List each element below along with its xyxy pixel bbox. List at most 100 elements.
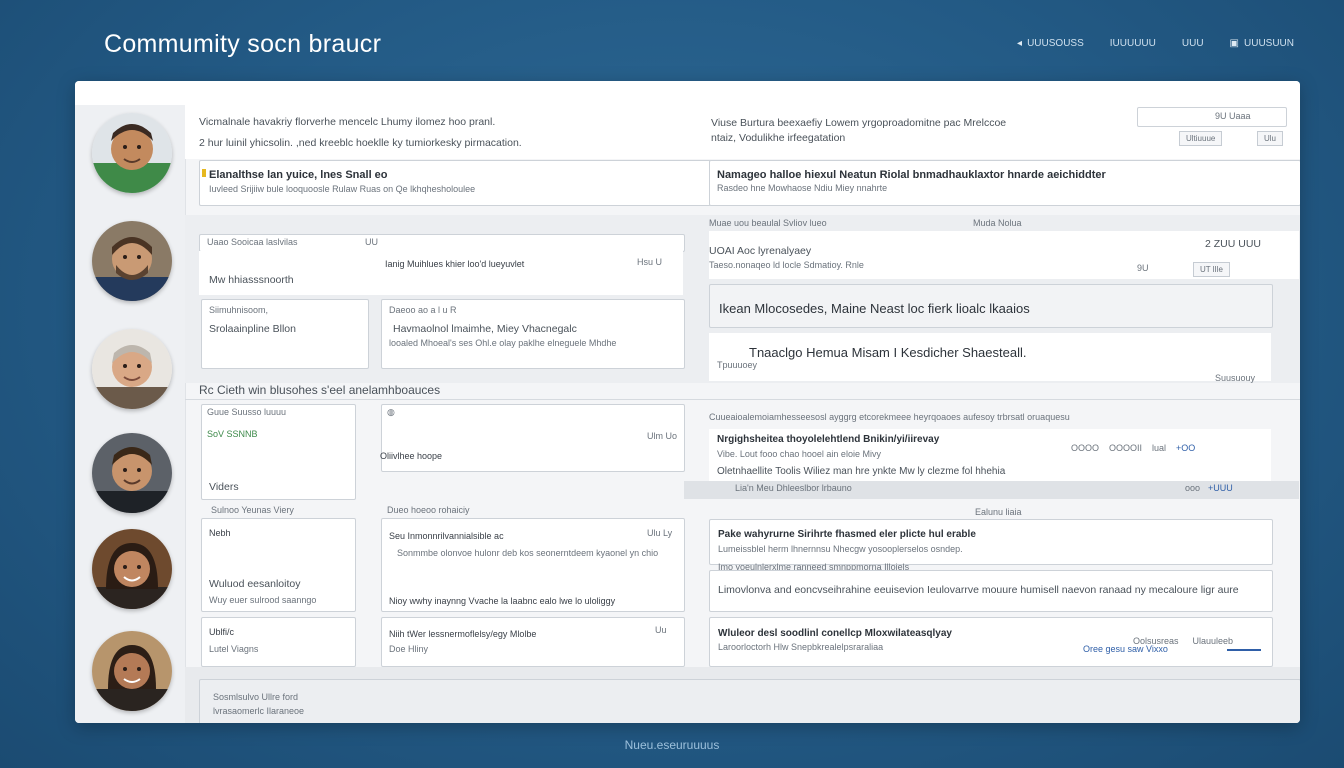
nav-item-3[interactable]: UUU <box>1182 38 1204 49</box>
forum-search-count: UU <box>365 237 378 247</box>
stat: OOOO <box>1071 443 1100 453</box>
nav-label: UUUSOUSS <box>1027 38 1084 49</box>
forum-label-b: Ianig Muihlues khier loo'd lueyuvlet <box>385 259 525 269</box>
nav-item-2[interactable]: IUUUUUU <box>1110 38 1156 49</box>
stat: +UUU <box>1208 483 1233 493</box>
main-window: Vicmalnale havakriy florverhe mencelc Lh… <box>75 81 1300 723</box>
callout-text-2-sub: Tpuuuoey <box>717 360 758 370</box>
feed-post-1-foot: Lia'n Meu Dhleeslbor lrbauno <box>735 483 852 493</box>
thread-card[interactable] <box>381 617 685 667</box>
avatar[interactable] <box>92 529 172 609</box>
nav-label: UUU <box>1181 38 1204 49</box>
header-right-line-1: Viuse Burtura beexaefiy Lowem yrgoproado… <box>711 117 1007 129</box>
thread-3-meta: Uu <box>655 625 667 635</box>
forum-card-1-body: Srolaainpline Bllon <box>209 323 296 335</box>
forum-card-2-head: Daeoo ao a l u R <box>389 305 457 315</box>
members-head-2: Sulnoo Yeunas Viery <box>211 505 294 515</box>
nav-item-4[interactable]: ▣ UUUSUUN <box>1230 38 1294 49</box>
header-line-2: 2 hur luinil yhicsolin. ,ned kreeblc hoe… <box>199 137 522 149</box>
members-search: Guue Suusso luuuu <box>207 407 287 417</box>
square-icon: ▣ <box>1229 38 1239 49</box>
feed-post-4-sub: Laroorloctorh Hlw Snepbkrealelpsraraliaa <box>718 642 884 652</box>
intro-right-title: Namageo halloe hiexul Neatun Riolal bnma… <box>717 169 1106 181</box>
thread-2-meta: Ulu Ly <box>647 528 673 538</box>
thread-3-sub: Doe Hliny <box>389 644 429 654</box>
stat-row-2-value[interactable]: UT lIle <box>1193 262 1230 277</box>
feed-intro: Cuueaioalemoiamhesseesosl ayggrg etcorek… <box>709 412 1070 422</box>
thread-1-meta: Ulm Uo <box>647 431 678 441</box>
nav-label: IUUUUUU <box>1109 38 1156 49</box>
stat: ooo <box>1185 483 1201 493</box>
filter-pill[interactable]: Ultiuuue <box>1179 131 1223 146</box>
member-card-c: Ublfi/c <box>209 627 235 637</box>
right-top-header-a: Muae uou beaulal Svliov lueo <box>709 218 827 228</box>
forum-search-placeholder: Uaao Sooicaa laslvilas <box>207 237 298 247</box>
forum-row[interactable] <box>199 251 683 295</box>
intro-title: Elanalthse lan yuice, lnes Snall eo <box>209 169 388 181</box>
top-nav: ◂ UUUSOUSS IUUUUUU UUU ▣ UUUSUUN <box>1017 38 1294 49</box>
thread-2-title: Seu Inmonnrilvannialsible ac <box>389 531 504 541</box>
avatar[interactable] <box>92 433 172 513</box>
nav-label: UUUSUUN <box>1244 38 1294 49</box>
intro-right-sub: Rasdeo hne Mowhaose Ndiu Miey nnahrte <box>717 183 888 193</box>
members-tag: SoV SSNNB <box>207 429 258 439</box>
callout-text-1: Ikean Mlocosedes, Maine Neast loc fierk … <box>719 301 1030 316</box>
avatar[interactable] <box>92 221 172 301</box>
thread-card[interactable] <box>381 404 685 472</box>
feed-post-3-body: Limovlonva and eoncvseihrahine eeuisevio… <box>718 584 1239 596</box>
filter-pill[interactable]: Ulu <box>1257 131 1284 146</box>
thread-1-title: Oliivlhee hoope <box>380 451 443 461</box>
feed-post[interactable] <box>709 519 1273 565</box>
stat: +OO <box>1176 443 1196 453</box>
header-line-1: Vicmalnale havakriy florverhe mencelc Lh… <box>199 116 496 128</box>
feed-post-2-title: Pake wahyrurne Sirihrte fhasmed eler pli… <box>718 529 976 540</box>
members-label: Viders <box>209 481 239 493</box>
feed-post-4-foot: Oree gesu saw Vixxo <box>1083 644 1168 654</box>
feed-post-1-stats: OOOO OOOOII lual +OO <box>1071 443 1195 453</box>
member-card[interactable] <box>201 617 356 667</box>
app-title: Commumity socn braucr <box>104 30 382 58</box>
header-search-box[interactable] <box>1137 107 1287 127</box>
forum-tag-a: Hsu U <box>637 257 663 267</box>
avatar[interactable] <box>92 631 172 711</box>
stat-row-2-label: Taeso.nonaqeo ld locle Sdmatioy. Rnle <box>709 260 864 270</box>
composer-line-2: lvrasaomerlc Ilaraneoe <box>213 706 305 716</box>
feed-post-4-title: Wluleor desl soodlinl conellcp Mloxwilat… <box>718 628 952 639</box>
forum-card-2-title: Havmaolnol lmaimhe, Miey Vhacnegalc <box>393 323 577 335</box>
composer-line-1: Sosmlsulvo Ullre ford <box>213 692 299 702</box>
member-card-b: Wuluod eesanloitoy <box>209 578 301 590</box>
composer-input[interactable] <box>199 679 1300 723</box>
divider <box>185 399 1300 400</box>
feed-post-1-body: Oletnhaellite Toolis Wiliez man hre ynkt… <box>717 466 1006 477</box>
thread-3-title: Niih tWer lessnermoflelsy/egy Mlolbe <box>389 629 537 639</box>
forum-label-a: Mw hhiasssnoorth <box>209 274 294 286</box>
stat: Ulauuleeb <box>1192 636 1234 646</box>
feed-post-1-meta: Vibe. Lout fooo chao hooel ain eloie Miv… <box>717 449 881 459</box>
callout-text-2: Tnaaclgo Hemua Misam I Kesdicher Shaeste… <box>749 345 1027 360</box>
stat-row-1-value: 2 ZUU UUU <box>1205 238 1262 250</box>
forum-card-1-head: Siimuhnisoom, <box>209 305 269 315</box>
header-right-line-2: ntaiz, Vodulikhe irfeegatation <box>711 132 846 144</box>
callout-badge: Suusuouy <box>1215 373 1256 383</box>
avatar[interactable] <box>92 113 172 193</box>
intro-card[interactable] <box>199 160 711 206</box>
highlight-marker <box>202 169 206 177</box>
active-underline <box>1227 649 1261 651</box>
feed-label: Ealunu liaia <box>975 507 1022 517</box>
thread-2-body: Sonmmbe olonvoe hulonr deb kos seonerntd… <box>397 548 659 558</box>
nav-item-1[interactable]: ◂ UUUSOUSS <box>1017 38 1084 49</box>
avatar[interactable] <box>92 329 172 409</box>
header-search-value: 9U Uaaa <box>1215 111 1251 121</box>
footer-text: Nueu.eseuruuuus <box>624 738 720 752</box>
feed-post-1-stats-2: ooo +UUU <box>1185 483 1233 493</box>
section-2-title: Rc Cieth win blusohes s'eel anelamhboauc… <box>199 383 441 397</box>
right-top-header-b: Muda Nolua <box>973 218 1022 228</box>
member-card-c-sub: Lutel Viagns <box>209 644 259 654</box>
forum-card-2-body: looaled Mhoeal's ses Ohl.e olay paklhe e… <box>389 338 617 348</box>
member-card-b-sub: Wuy euer sulrood saanngo <box>209 595 317 605</box>
stat-row-1-label: UOAI Aoc lyrenalyaey <box>709 245 812 257</box>
stat-row-2-extra: 9U <box>1137 263 1149 273</box>
member-card-a: Nebh <box>209 528 231 538</box>
thread-2-foot: Nioy wwhy inaynng Vvache la laabnc ealo … <box>389 596 616 606</box>
intro-sub: Iuvleed Srijiiw bule looquoosle Rulaw Ru… <box>209 184 476 194</box>
